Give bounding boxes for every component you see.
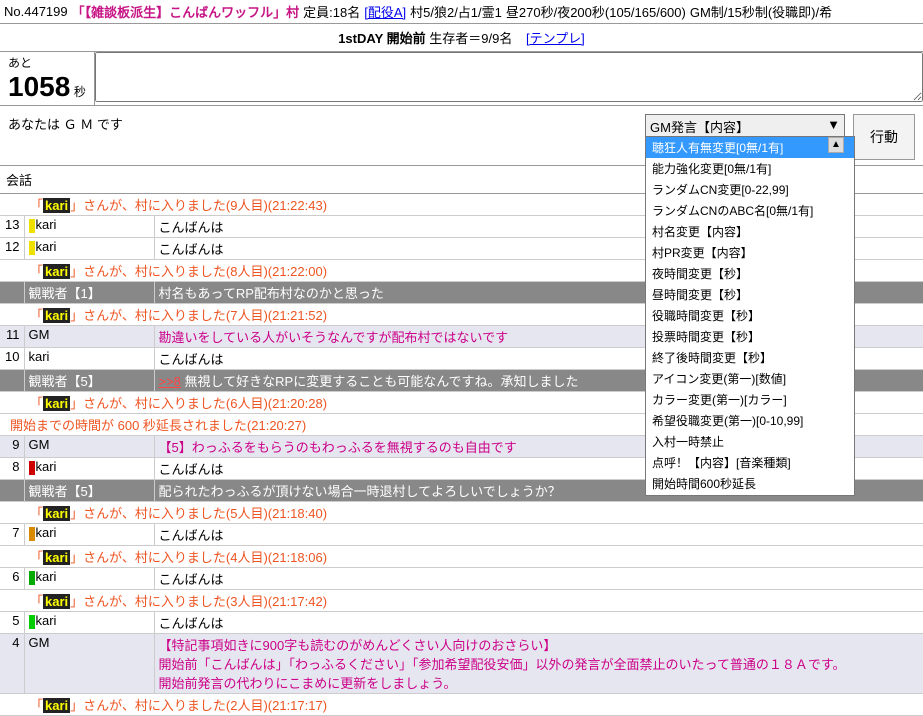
timer-sec: 秒 xyxy=(74,85,86,99)
timer-row: あと 1058 秒 xyxy=(0,52,923,106)
dropdown-option[interactable]: カラー変更(第一)[カラー] xyxy=(646,389,854,410)
log-row: 5kariこんばんは xyxy=(0,612,923,634)
dropdown-option[interactable]: 村PR変更【内容】 xyxy=(646,242,854,263)
log-row: 「kari」さんが、村に入りました(5人目)(21:18:40) xyxy=(0,502,923,524)
dropdown-option[interactable]: 村名変更【内容】 xyxy=(646,221,854,242)
chat-input[interactable] xyxy=(95,52,923,102)
log-row: 「kari」さんが、村に入りました(4人目)(21:18:06) xyxy=(0,546,923,568)
dropdown-option[interactable]: ランダムCN変更[0-22,99] xyxy=(646,179,854,200)
gm-action-dropdown: 聴狂人有無変更[0無/1有]能力強化変更[0無/1有]ランダムCN変更[0-22… xyxy=(645,136,855,496)
action-button[interactable]: 行動 xyxy=(853,114,915,160)
village-title: 「【雑談板派生】こんばんワッフル」村 xyxy=(72,2,300,21)
dropdown-option[interactable]: ランダムCNのABC名[0無/1有] xyxy=(646,200,854,221)
dropdown-option[interactable]: 終了後時間変更【秒】 xyxy=(646,347,854,368)
select-label: GM発言【内容】 xyxy=(650,117,749,136)
dropdown-option[interactable]: 夜時間変更【秒】 xyxy=(646,263,854,284)
timer-ato: あと xyxy=(8,54,86,71)
day-row: 1stDAY 開始前 生存者＝9/9名 [テンプレ] xyxy=(0,24,923,52)
role-row: あなたは Ｇ Ｍ です GM発言【内容】 ▼ 聴狂人有無変更[0無/1有]能力強… xyxy=(0,106,923,166)
dropdown-option[interactable]: －－－－－－－ xyxy=(646,494,854,496)
survivors: 生存者＝9/9名 xyxy=(429,31,512,46)
chevron-down-icon: ▼ xyxy=(827,117,840,136)
your-role: あなたは Ｇ Ｍ です xyxy=(8,117,123,132)
dropdown-option[interactable]: 希望役職変更(第一)[0-10,99] xyxy=(646,410,854,431)
log-row: 6kariこんばんは xyxy=(0,568,923,590)
dropdown-option[interactable]: アイコン変更(第一)[数値] xyxy=(646,368,854,389)
dropdown-option[interactable]: 能力強化変更[0無/1有] xyxy=(646,158,854,179)
log-row: 「kari」さんが、村に入りました(2人目)(21:17:17) xyxy=(0,694,923,716)
time-config: 昼270秒/夜200秒(105/165/600) xyxy=(506,2,686,21)
dropdown-option[interactable]: 点呼！【内容】[音楽種類] xyxy=(646,452,854,473)
village-no: No.447199 xyxy=(4,4,68,19)
day-label: 1stDAY 開始前 xyxy=(338,31,425,46)
dropdown-option[interactable]: 入村一時禁止 xyxy=(646,431,854,452)
dropdown-option[interactable]: 聴狂人有無変更[0無/1有] xyxy=(646,137,854,158)
role-config-link[interactable]: [配役A] xyxy=(364,2,406,21)
capacity: 定員:18名 xyxy=(303,2,360,21)
log-row: 「kari」さんが、村に入りました(3人目)(21:17:42) xyxy=(0,590,923,612)
gm-config: GM制/15秒制(役職即)/希 xyxy=(690,2,832,21)
dropdown-option[interactable]: 開始時間600秒延長 xyxy=(646,473,854,494)
log-row: 4GM【特記事項如きに900字も読むのがめんどくさい人向けのおさらい】 開始前「… xyxy=(0,634,923,694)
dropdown-option[interactable]: 役職時間変更【秒】 xyxy=(646,305,854,326)
header-bar: No.447199 「【雑談板派生】こんばんワッフル」村 定員:18名 [配役A… xyxy=(0,0,923,24)
timer-box: あと 1058 秒 xyxy=(0,52,95,105)
timer-num: 1058 xyxy=(8,71,70,102)
role-list: 村5/狼2/占1/霊1 xyxy=(410,2,502,21)
scroll-up-arrow[interactable]: ▲ xyxy=(828,137,844,153)
dropdown-option[interactable]: 投票時間変更【秒】 xyxy=(646,326,854,347)
dropdown-option[interactable]: 昼時間変更【秒】 xyxy=(646,284,854,305)
template-link[interactable]: [テンプレ] xyxy=(526,31,585,46)
log-row: 7kariこんばんは xyxy=(0,524,923,546)
